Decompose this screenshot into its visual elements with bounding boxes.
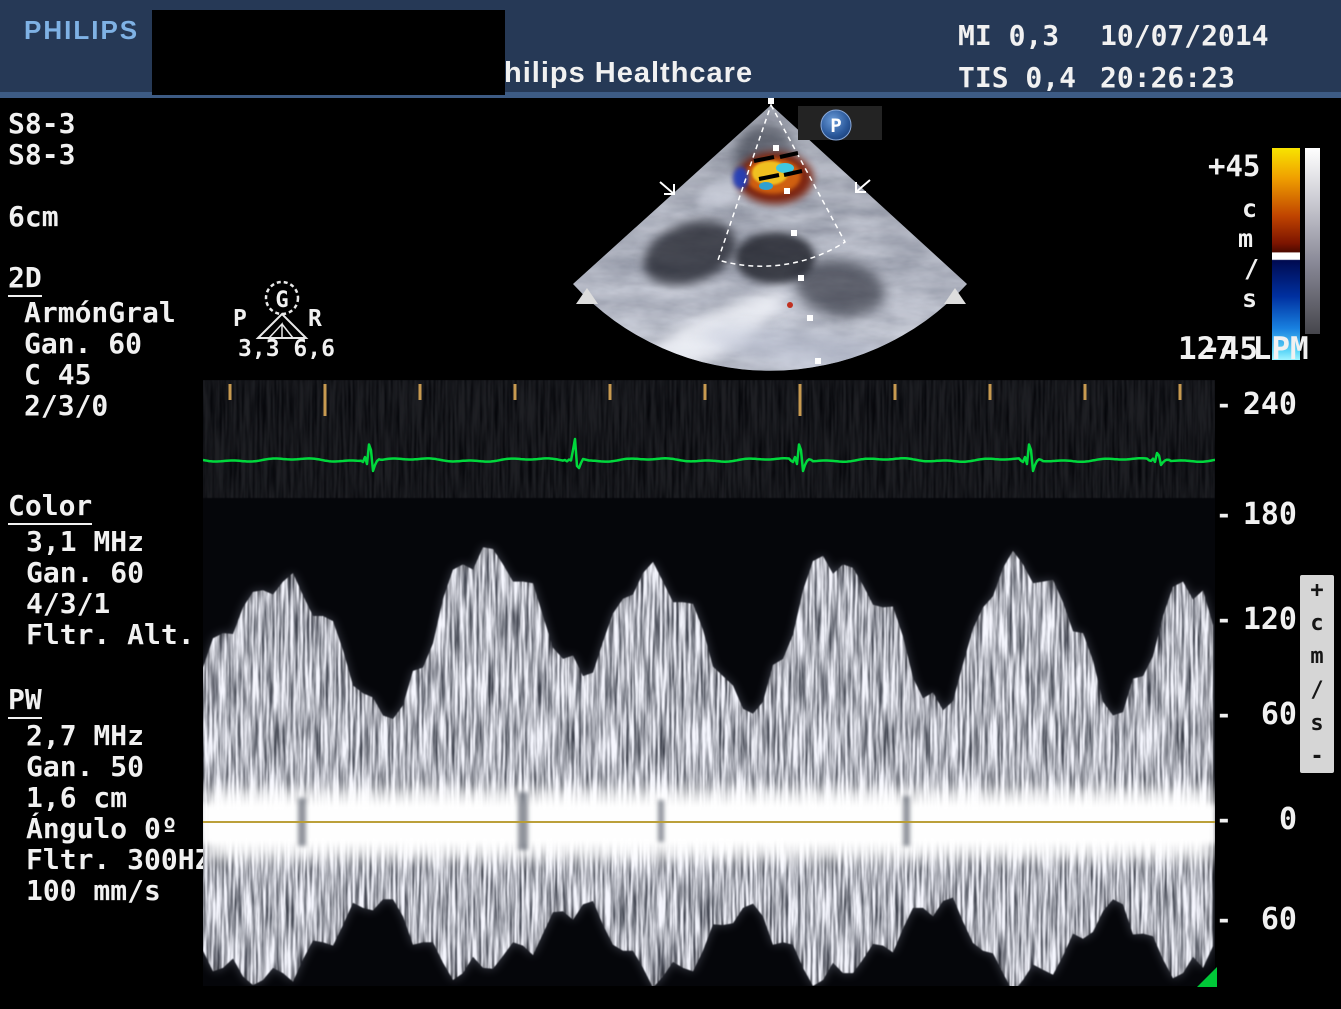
- section-title-color: Color: [8, 492, 92, 525]
- section-title-pw: PW: [8, 686, 42, 719]
- spectral-display: [203, 380, 1215, 986]
- philips-logo: PHILIPS: [24, 17, 139, 43]
- probe-marker-letter: P: [830, 115, 841, 137]
- depth-value: 6cm: [8, 203, 59, 231]
- color-scale-unit: s: [1242, 286, 1257, 311]
- velocity-axis-label: 240: [1243, 390, 1297, 420]
- velocity-axis-tick: -: [1216, 907, 1232, 933]
- velocity-axis-label: 180: [1243, 500, 1297, 530]
- velocity-axis-label: 120: [1243, 605, 1297, 635]
- pw-velocity-scale-box: + c m / s -: [1300, 575, 1334, 773]
- sweep-position-marker: [1197, 967, 1217, 987]
- arrow-left-icon: [660, 182, 674, 194]
- probe-name: S8-3: [8, 110, 75, 138]
- color-scale-max: +45: [1208, 152, 1260, 181]
- mi-value: MI 0,3: [958, 22, 1059, 50]
- scale-box-item: -: [1310, 746, 1323, 768]
- color-scale-min: -45: [1202, 334, 1258, 365]
- g-letter: G: [275, 288, 288, 313]
- velocity-axis-tick: -: [1216, 392, 1232, 418]
- color-param: Fltr. Alt.: [26, 621, 195, 649]
- 2d-param: 2/3/0: [24, 392, 108, 420]
- pw-param: Gan. 50: [26, 753, 144, 781]
- 2d-param: Gan. 60: [24, 330, 142, 358]
- org-name: hilips Healthcare: [504, 59, 753, 88]
- scale-box-item: s: [1310, 713, 1323, 735]
- ultrasound-screen: PHILIPS hilips Healthcare MI 0,3 TIS 0,4…: [0, 0, 1341, 1009]
- tgc-left-label: P: [233, 308, 247, 331]
- spectral-core-band: [203, 804, 1215, 844]
- tgc-right-label: R: [308, 308, 322, 331]
- scale-box-item: c: [1310, 613, 1323, 635]
- date-display: 10/07/2014: [1100, 22, 1269, 50]
- patient-info-redaction: [152, 10, 505, 95]
- pw-param: Ángulo 0º: [26, 815, 178, 843]
- scale-box-item: +: [1310, 580, 1323, 602]
- 2d-param: ArmónGral: [24, 299, 176, 327]
- grayscale-bar: [1305, 148, 1320, 334]
- pw-param: 2,7 MHz: [26, 722, 144, 750]
- velocity-axis-tick: -: [1216, 807, 1232, 833]
- 2d-param: C 45: [24, 361, 91, 389]
- color-doppler-bar: [1272, 148, 1300, 360]
- color-param: 4/3/1: [26, 590, 110, 618]
- velocity-axis-label: 0: [1279, 805, 1297, 835]
- color-param: Gan. 60: [26, 559, 144, 587]
- spectral-artifact-noise: [203, 380, 1215, 498]
- velocity-axis-tick: -: [1216, 607, 1232, 633]
- velocity-axis-label: 60: [1261, 700, 1297, 730]
- probe-name: S8-3: [8, 141, 75, 169]
- section-title-2d: 2D: [8, 264, 42, 297]
- velocity-axis-tick: -: [1216, 702, 1232, 728]
- pw-param: 100 mm/s: [26, 877, 161, 905]
- tgc-values: 3,3 6,6: [238, 338, 335, 361]
- color-scale-unit: /: [1244, 256, 1259, 281]
- time-display: 20:26:23: [1100, 64, 1235, 92]
- tis-value: TIS 0,4: [958, 64, 1076, 92]
- 2d-image: P: [540, 98, 990, 388]
- velocity-axis-label: 60: [1261, 905, 1297, 935]
- color-param: 3,1 MHz: [26, 528, 144, 556]
- velocity-axis-tick: -: [1216, 502, 1232, 528]
- pw-param: Fltr. 300HZ: [26, 846, 211, 874]
- scale-box-item: /: [1310, 680, 1323, 702]
- echo-fan: [540, 98, 990, 388]
- color-scale-unit: m: [1238, 226, 1253, 251]
- color-scale-unit: c: [1242, 196, 1257, 221]
- scale-box-item: m: [1310, 646, 1323, 668]
- pw-param: 1,6 cm: [26, 784, 127, 812]
